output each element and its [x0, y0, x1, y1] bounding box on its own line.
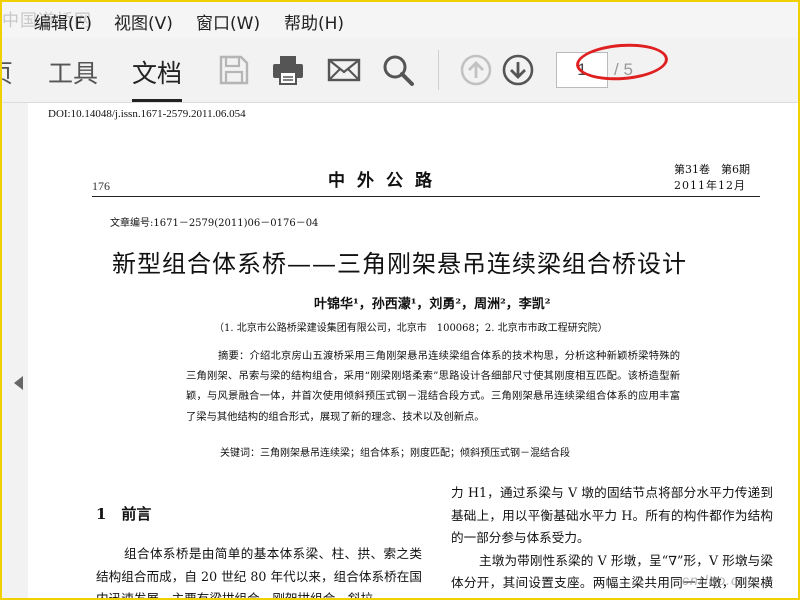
- toolbar-separator: [438, 50, 439, 90]
- menu-edit[interactable]: 编辑(E): [34, 9, 92, 34]
- menu-view[interactable]: 视图(V): [114, 9, 173, 34]
- save-icon[interactable]: [216, 52, 252, 88]
- menu-window[interactable]: 窗口(W): [196, 9, 260, 34]
- doi: DOI:10.14048/j.issn.1671-2579.2011.06.05…: [48, 108, 246, 120]
- journal-date: 2011年12月: [674, 179, 746, 192]
- authors: 叶锦华¹，孙西濛¹，刘勇²，周洲²，李凯²: [314, 297, 551, 312]
- menu-bar: 中国道桥网 编辑(E) 视图(V) 窗口(W) 帮助(H): [0, 0, 800, 38]
- journal-volume: 第31卷 第6期: [674, 163, 750, 176]
- abstract: 摘要：介绍北京房山五渡桥采用三角刚架悬吊连续梁组合体系的技术构思，分析这种新颖桥…: [186, 350, 680, 423]
- active-tab-indicator: [132, 99, 182, 102]
- header-rule: [92, 196, 760, 197]
- page-number: 176: [92, 179, 110, 193]
- watermark-text: cnrlao.com: [682, 572, 761, 588]
- menu-help[interactable]: 帮助(H): [284, 9, 344, 34]
- sidebar-toggle-arrow-icon[interactable]: [14, 376, 23, 390]
- affiliation: （1. 北京市公路桥梁建设集团有限公司，北京市 100068；2. 北京市市政工…: [214, 323, 608, 334]
- tab-tools[interactable]: 工具: [48, 54, 98, 90]
- document-page: DOI:10.14048/j.issn.1671-2579.2011.06.05…: [28, 103, 800, 600]
- journal-name: 中外公路: [328, 171, 444, 191]
- print-icon[interactable]: [270, 52, 306, 88]
- tab-page[interactable]: 页: [0, 54, 13, 90]
- keywords: 关键词：三角刚架悬吊连续梁；组合体系；刚度匹配；倾斜预压式钢－混结合段: [220, 448, 570, 459]
- body-column-left: 组合体系桥是由简单的基本体系梁、柱、拱、索之类结构组合而成，自 20 世纪 80…: [96, 546, 422, 600]
- left-gutter: [0, 103, 28, 600]
- article-number: 文章编号:1671－2579(2011)06－0176－04: [110, 218, 319, 229]
- prev-page-icon[interactable]: [458, 52, 494, 88]
- next-page-icon[interactable]: [500, 52, 536, 88]
- tab-document[interactable]: 文档: [132, 54, 182, 90]
- mail-icon[interactable]: [326, 52, 362, 88]
- search-icon[interactable]: [380, 52, 416, 88]
- toolbar: 页 工具 文档 / 5: [0, 38, 800, 103]
- section-title: 1 前言: [96, 505, 152, 523]
- paragraph: 力 H1，通过系梁与 V 墩的固结节点将部分水平力传递到基础上，用以平衡基础水平…: [451, 485, 773, 545]
- article-title: 新型组合体系桥——三角刚架悬吊连续梁组合桥设计: [112, 250, 687, 278]
